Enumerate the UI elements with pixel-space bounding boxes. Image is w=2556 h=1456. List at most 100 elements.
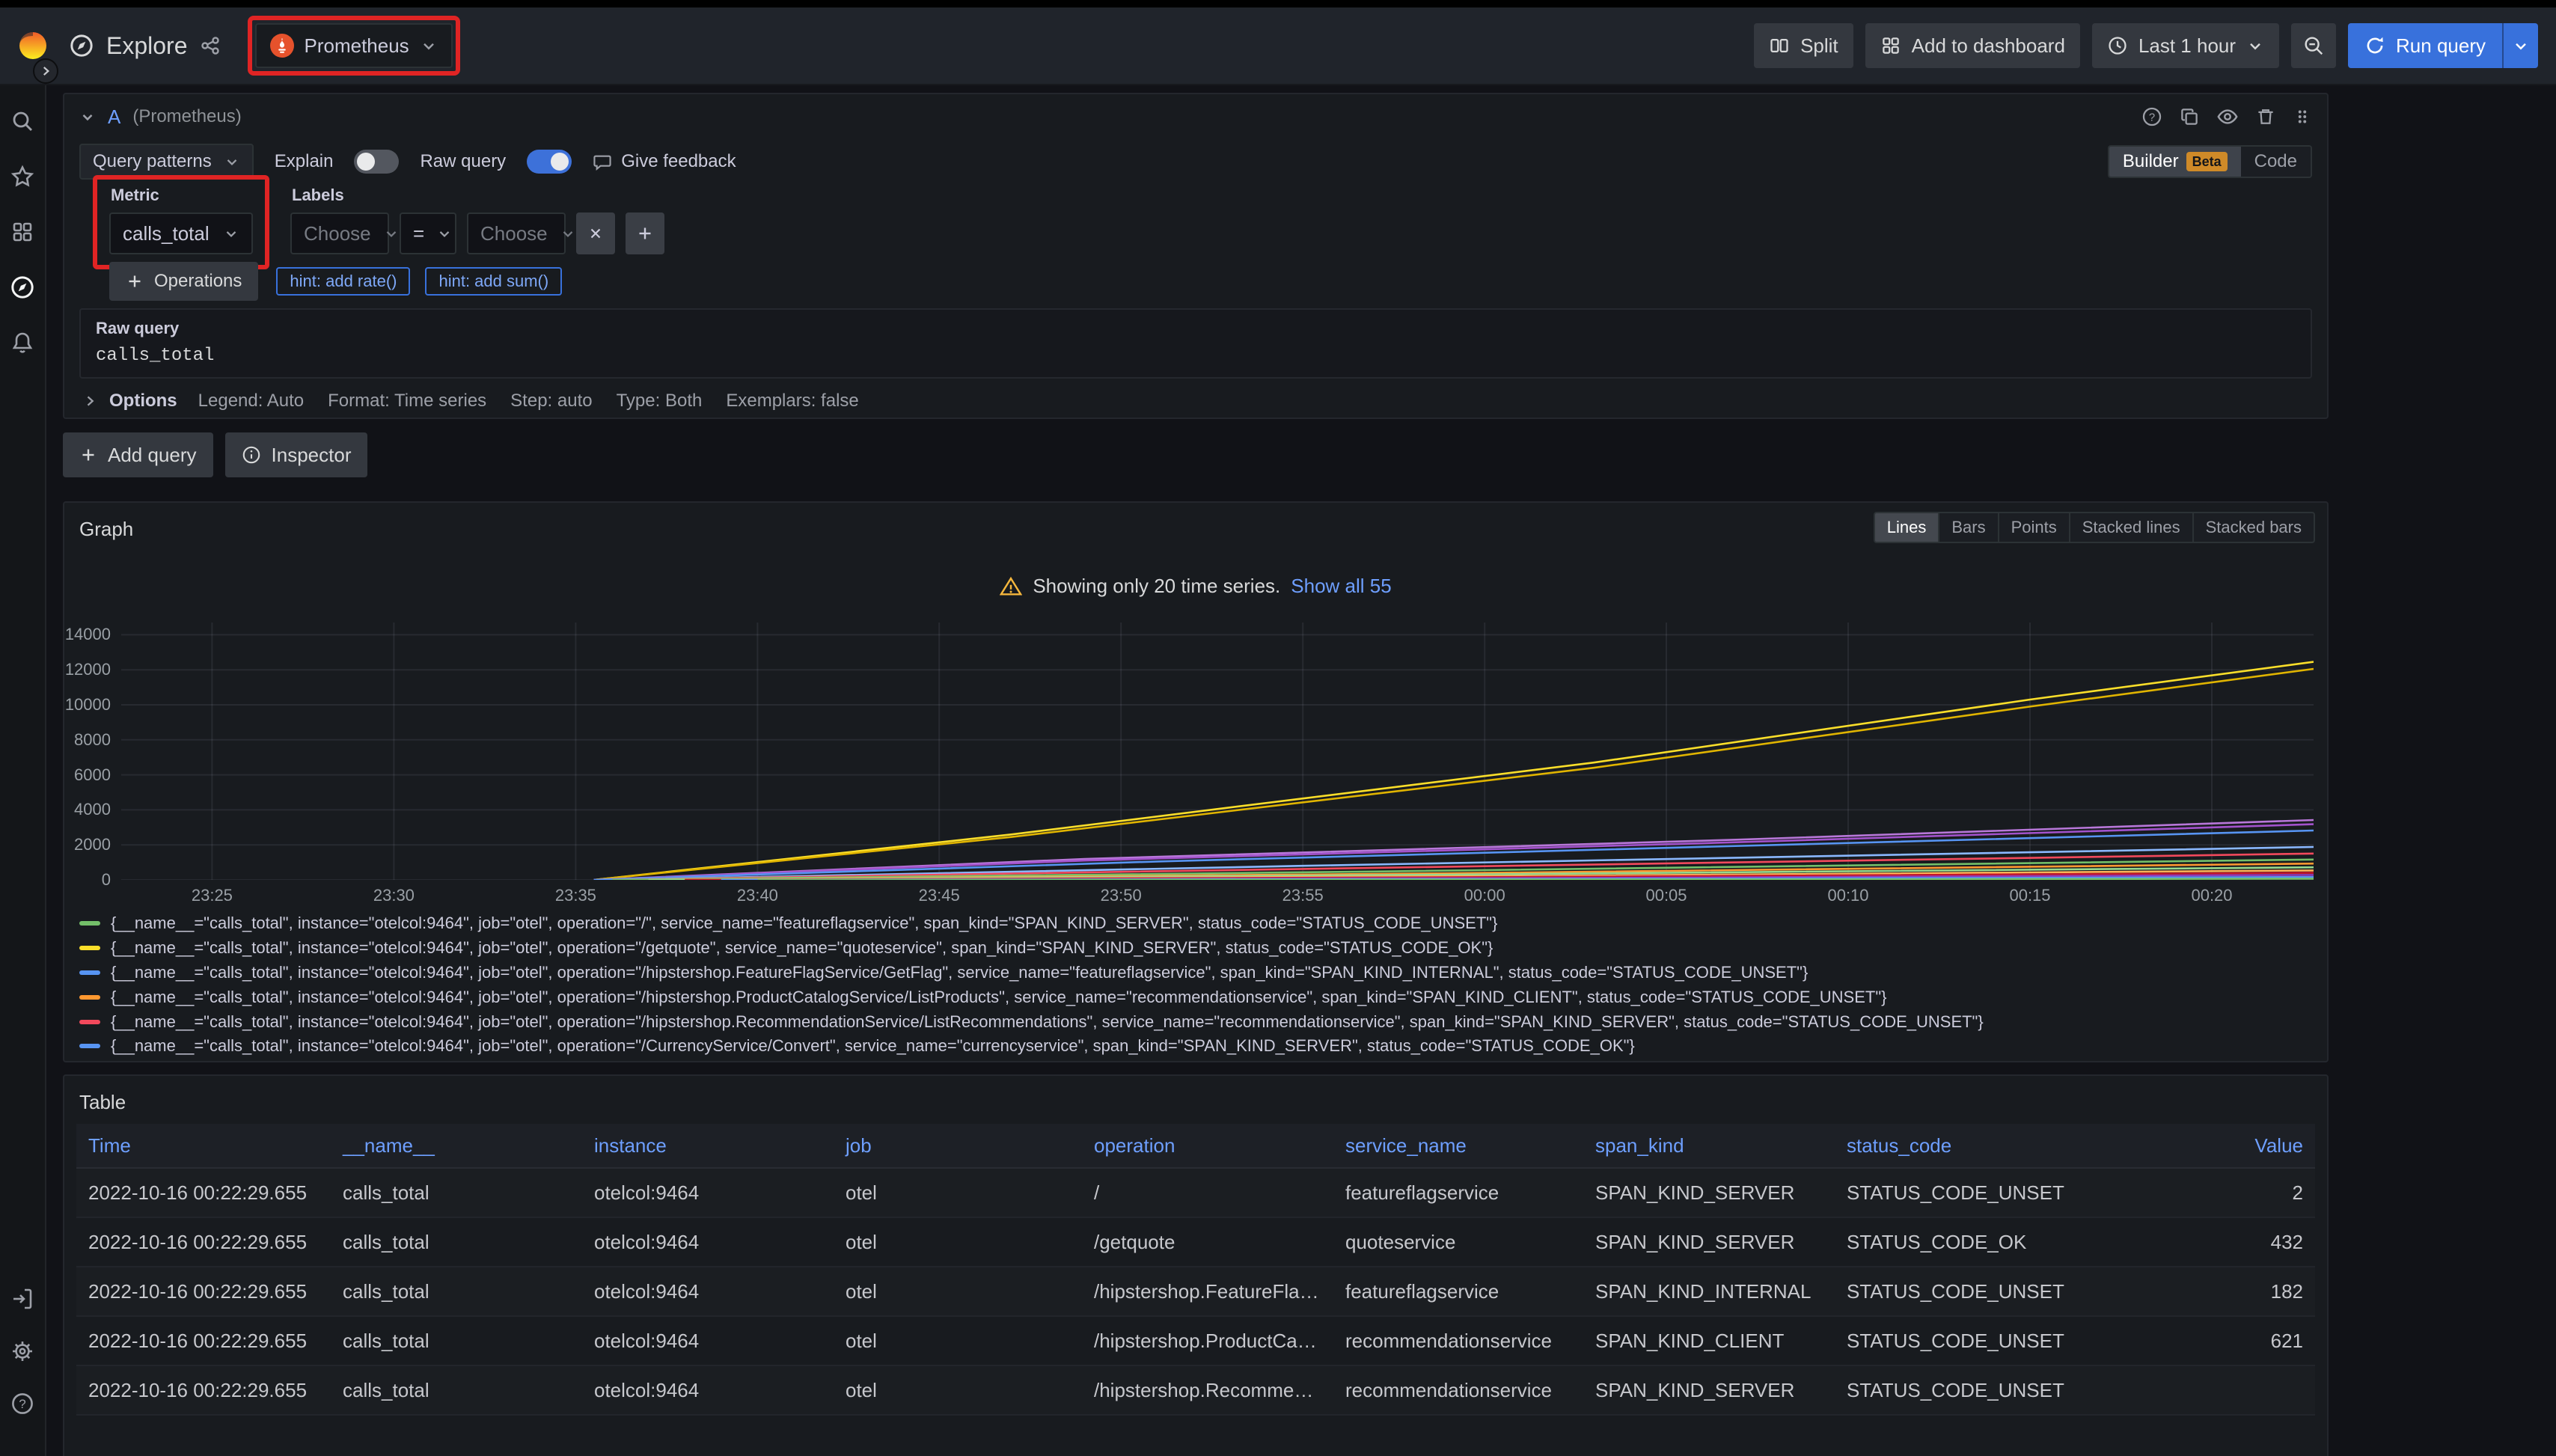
table-cell: calls_total: [331, 1231, 582, 1254]
labels-section: Labels Choose = Choose: [290, 175, 664, 254]
label-value-select[interactable]: Choose: [467, 212, 566, 254]
table-panel: Table Time__name__instancejoboperationse…: [63, 1074, 2329, 1456]
plus-icon: [126, 272, 144, 290]
remove-query-trash-icon[interactable]: [2255, 106, 2276, 127]
legend-item[interactable]: {__name__="calls_total", instance="otelc…: [79, 1059, 2318, 1061]
duplicate-query-icon[interactable]: [2179, 106, 2200, 127]
column-header[interactable]: status_code: [1835, 1134, 2086, 1157]
column-header[interactable]: operation: [1082, 1134, 1333, 1157]
sidebar-item-alerting[interactable]: [4, 325, 40, 361]
show-all-series-link[interactable]: Show all 55: [1291, 575, 1391, 598]
metric-labels-row: Metric calls_total Labels Choose =: [93, 175, 664, 269]
column-header[interactable]: Time: [76, 1134, 331, 1157]
operations-button[interactable]: Operations: [109, 262, 258, 301]
sidebar-item-starred[interactable]: [4, 159, 40, 195]
code-mode-button[interactable]: Code: [2241, 147, 2311, 177]
table-row[interactable]: 2022-10-16 00:22:29.655calls_totalotelco…: [76, 1267, 2315, 1317]
drag-handle-icon[interactable]: [2293, 107, 2312, 126]
give-feedback-link[interactable]: Give feedback: [593, 151, 736, 172]
table-row[interactable]: 2022-10-16 00:22:29.655calls_totalotelco…: [76, 1366, 2315, 1416]
table-cell: otel: [834, 1330, 1082, 1353]
label-name-select[interactable]: Choose: [290, 212, 389, 254]
column-header[interactable]: instance: [582, 1134, 834, 1157]
time-range-picker[interactable]: Last 1 hour: [2092, 23, 2279, 68]
zoom-out-icon: [2302, 34, 2325, 57]
legend-item[interactable]: {__name__="calls_total", instance="otelc…: [79, 1009, 2318, 1034]
legend-item[interactable]: {__name__="calls_total", instance="otelc…: [79, 961, 2318, 985]
table-cell: 2022-10-16 00:22:29.655: [76, 1280, 331, 1303]
explain-label: Explain: [275, 151, 334, 172]
metric-select[interactable]: calls_total: [109, 212, 253, 254]
table-cell: recommendationservice: [1333, 1379, 1583, 1402]
hints: hint: add rate() hint: add sum(): [276, 267, 562, 296]
explain-toggle[interactable]: [354, 150, 399, 174]
options-summary: Legend: AutoFormat: Time seriesStep: aut…: [198, 391, 859, 412]
graph-mode-stacked-lines[interactable]: Stacked lines: [2069, 512, 2194, 543]
graph-mode-lines[interactable]: Lines: [1874, 512, 1940, 543]
chart-plot-area[interactable]: [121, 623, 2314, 880]
builder-mode-button[interactable]: Builder Beta: [2109, 147, 2241, 177]
table-row[interactable]: 2022-10-16 00:22:29.655calls_totalotelco…: [76, 1218, 2315, 1267]
sidebar-expand-button[interactable]: [33, 58, 58, 84]
graph-mode-points[interactable]: Points: [1998, 512, 2070, 543]
sidebar-item-help[interactable]: ?: [4, 1386, 40, 1422]
add-to-dashboard-button[interactable]: Add to dashboard: [1865, 23, 2080, 68]
column-header[interactable]: service_name: [1333, 1134, 1583, 1157]
query-row-header[interactable]: A (Prometheus) ?: [64, 94, 2327, 139]
add-label-filter-button[interactable]: [626, 212, 664, 254]
run-query-dropdown[interactable]: [2502, 23, 2538, 68]
hint-button[interactable]: hint: add sum(): [425, 267, 562, 296]
table-cell: 2022-10-16 00:22:29.655: [76, 1181, 331, 1205]
help-icon: ?: [10, 1392, 34, 1416]
legend-label: {__name__="calls_total", instance="otelc…: [111, 963, 1808, 982]
legend-item[interactable]: {__name__="calls_total", instance="otelc…: [79, 1034, 2318, 1059]
grafana-logo[interactable]: [18, 31, 48, 61]
table-cell: /getquote: [1082, 1231, 1333, 1254]
query-help-icon[interactable]: ?: [2141, 106, 2162, 127]
chevron-down-icon: [2512, 37, 2530, 55]
table-cell: STATUS_CODE_UNSET: [1835, 1181, 2086, 1205]
x-tick-label: 23:35: [539, 886, 611, 905]
column-header[interactable]: __name__: [331, 1134, 582, 1157]
legend-item[interactable]: {__name__="calls_total", instance="otelc…: [79, 936, 2318, 961]
column-header[interactable]: Value: [2086, 1134, 2315, 1157]
sidebar-item-settings[interactable]: [4, 1333, 40, 1369]
table-cell: otelcol:9464: [582, 1181, 834, 1205]
zoom-out-time-button[interactable]: [2291, 23, 2336, 68]
sidebar-item-explore[interactable]: [4, 269, 40, 305]
add-query-button[interactable]: Add query: [63, 432, 213, 477]
column-header[interactable]: job: [834, 1134, 1082, 1157]
inspector-button[interactable]: Inspector: [225, 432, 368, 477]
gear-icon: [10, 1339, 34, 1363]
raw-query-preview-label: Raw query: [96, 319, 2296, 338]
options-row[interactable]: Options Legend: AutoFormat: Time seriesS…: [82, 391, 859, 412]
table-cell: otel: [834, 1231, 1082, 1254]
split-button[interactable]: Split: [1754, 23, 1853, 68]
table-panel-title: Table: [79, 1091, 126, 1114]
sidebar-item-sign-in[interactable]: [4, 1281, 40, 1317]
graph-mode-stacked-bars[interactable]: Stacked bars: [2192, 512, 2315, 543]
hint-button[interactable]: hint: add rate(): [276, 267, 410, 296]
run-query-button[interactable]: Run query: [2348, 23, 2502, 68]
legend-item[interactable]: {__name__="calls_total", instance="otelc…: [79, 985, 2318, 1009]
table-cell: otel: [834, 1379, 1082, 1402]
datasource-picker[interactable]: Prometheus: [255, 23, 453, 68]
graph-mode-bars[interactable]: Bars: [1938, 512, 1999, 543]
sidebar-item-search[interactable]: [4, 103, 40, 139]
remove-label-filter-button[interactable]: [576, 212, 615, 254]
table-row[interactable]: 2022-10-16 00:22:29.655calls_totalotelco…: [76, 1317, 2315, 1366]
legend-item[interactable]: {__name__="calls_total", instance="otelc…: [79, 911, 2318, 936]
graph-panel: Graph LinesBarsPointsStacked linesStacke…: [63, 501, 2329, 1062]
query-patterns-dropdown[interactable]: Query patterns: [79, 144, 254, 180]
sidebar-item-dashboards[interactable]: [4, 214, 40, 250]
share-link-icon[interactable]: [200, 35, 221, 56]
column-header[interactable]: span_kind: [1583, 1134, 1835, 1157]
table-row[interactable]: 2022-10-16 00:22:29.655calls_totalotelco…: [76, 1169, 2315, 1218]
collapse-chevron-icon[interactable]: [79, 108, 96, 125]
options-label: Options: [109, 391, 177, 412]
label-operator-select[interactable]: =: [400, 212, 456, 254]
hide-response-eye-icon[interactable]: [2216, 105, 2239, 128]
raw-query-toggle[interactable]: [527, 150, 572, 174]
plus-icon: [79, 446, 97, 464]
series-color-marker: [79, 970, 100, 975]
